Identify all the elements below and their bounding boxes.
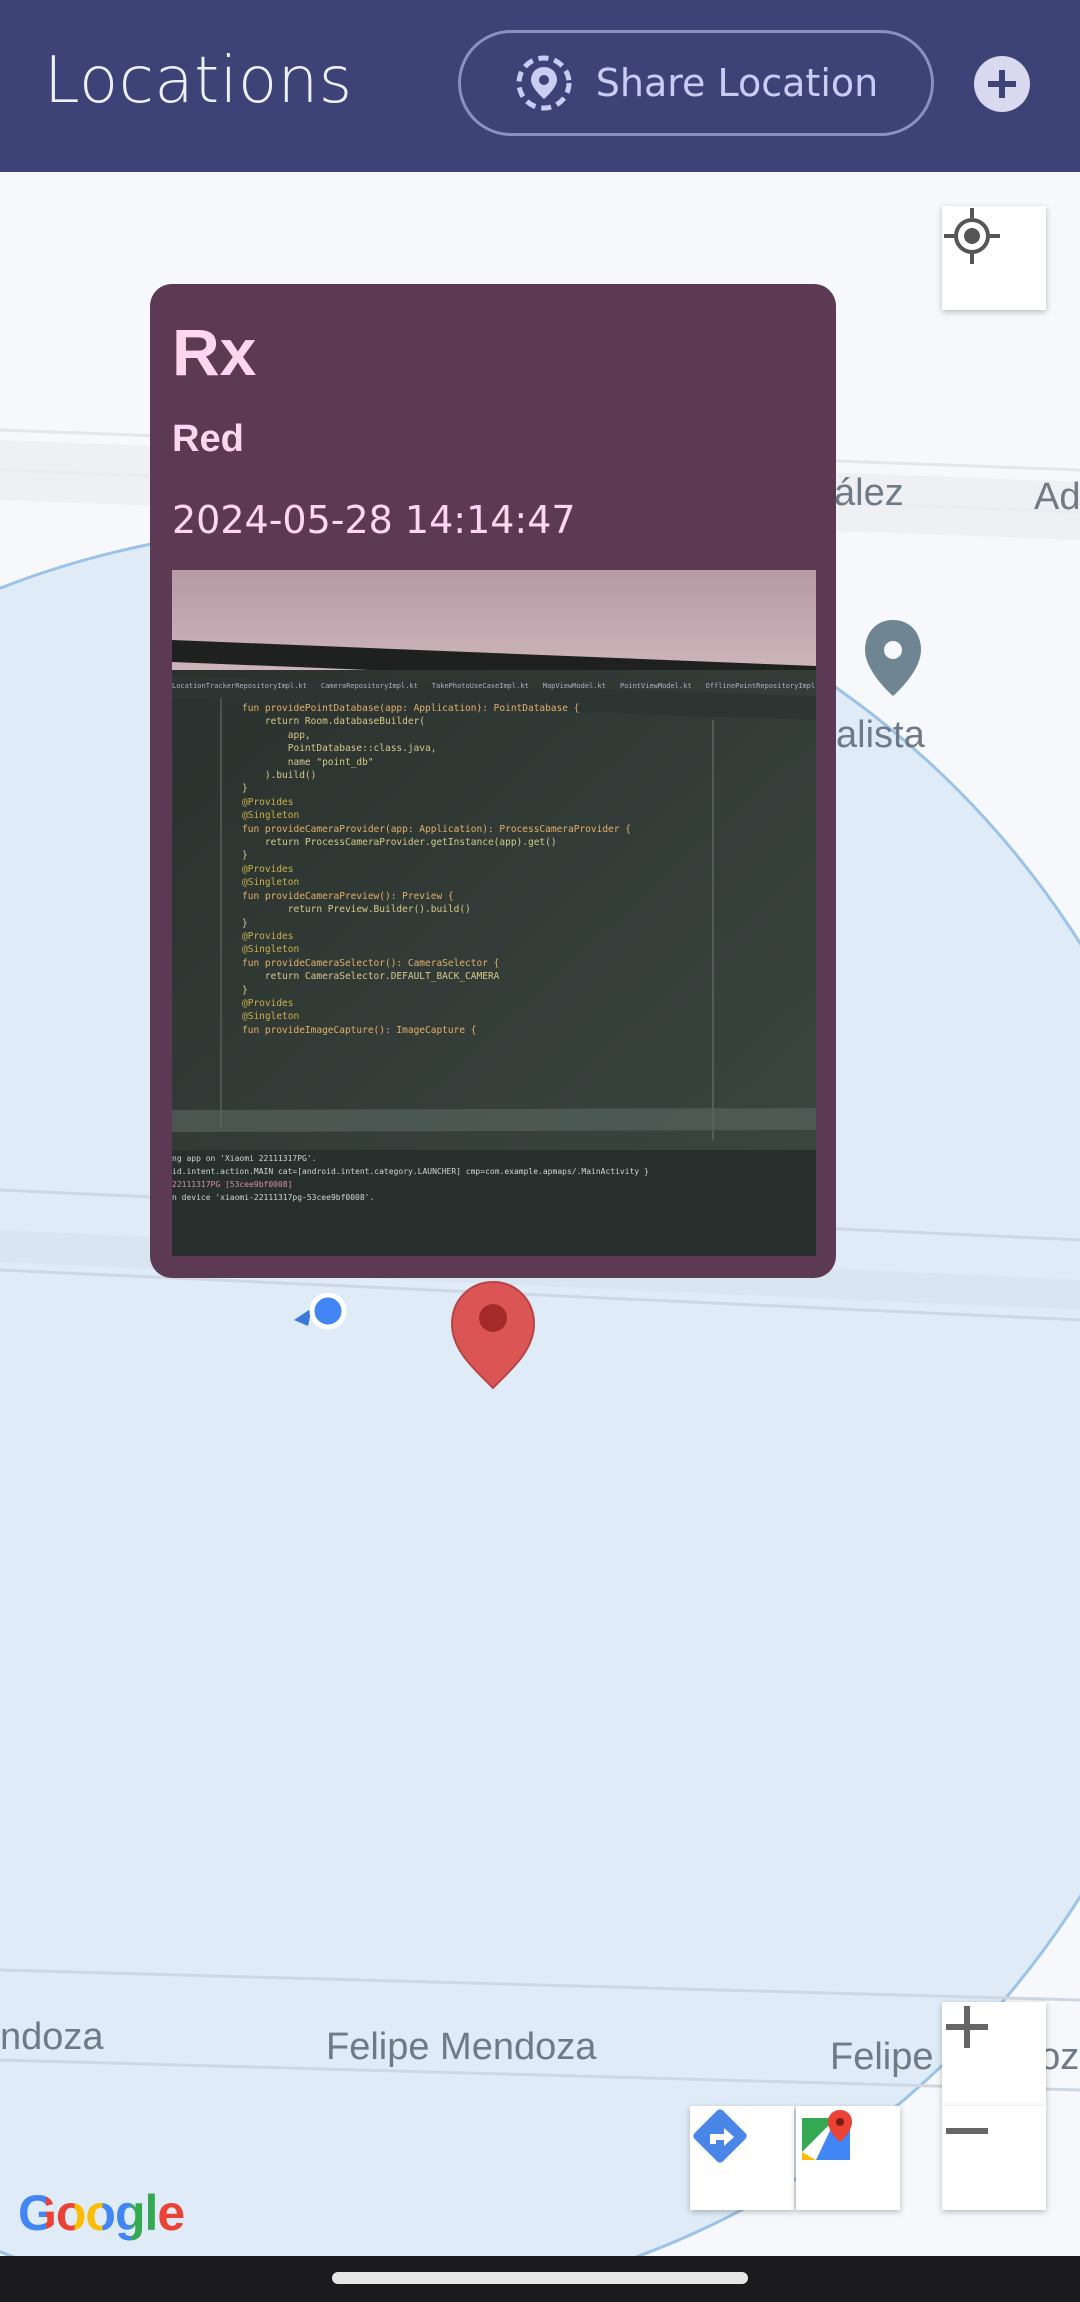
code-line: PointDatabase::class.java, <box>242 743 437 755</box>
street-label: ález <box>834 472 904 514</box>
code-line: fun provideCameraSelector(): CameraSelec… <box>242 957 500 969</box>
code-line: @Singleton <box>242 944 300 956</box>
console-line: 22111317PG [53cee9bf0008] <box>172 1180 293 1189</box>
code-line: @Singleton <box>242 877 300 889</box>
street-label: ndoza <box>0 2016 104 2058</box>
directions-icon <box>693 2109 747 2163</box>
page-title: Locations <box>44 44 353 118</box>
code-line: @Provides <box>242 997 294 1009</box>
plus-icon <box>946 2006 988 2048</box>
code-line: @Provides <box>242 930 294 942</box>
location-target-icon <box>516 55 572 111</box>
editor-tab: LocationTrackerRepositoryImpl.kt <box>172 682 307 690</box>
code-line: ).build() <box>242 770 317 782</box>
code-line: name "point_db" <box>242 756 374 768</box>
google-logo: Google <box>18 2185 185 2241</box>
editor-tab: CameraRepositoryImpl.kt <box>320 682 418 690</box>
code-line: return ProcessCameraProvider.getInstance… <box>242 837 557 849</box>
code-line: @Singleton <box>242 810 300 822</box>
code-line: fun provideCameraProvider(app: Applicati… <box>242 823 631 835</box>
code-line: return Room.databaseBuilder( <box>242 716 426 728</box>
editor-tab: TakePhotoUseCaseImpl.kt <box>431 682 529 690</box>
minus-icon <box>946 2128 988 2134</box>
photo-editor-tabs: LocationTrackerRepositoryImpl.kt CameraR… <box>172 682 816 698</box>
top-app-bar: Locations Share Location <box>0 0 1080 172</box>
console-line: ng app on 'Xiaomi 22111317PG'. <box>172 1154 317 1163</box>
code-line: } <box>242 917 248 929</box>
share-location-label: Share Location <box>595 61 879 105</box>
code-line: fun provideImageCapture(): ImageCapture … <box>242 1024 477 1036</box>
photo-console-lines: ng app on 'Xiaomi 22111317PG'. id.intent.… <box>172 1152 816 1204</box>
code-line: fun provideCameraPreview(): Preview { <box>242 890 454 902</box>
street-label: Felipe Mendoza <box>326 2026 597 2068</box>
location-timestamp: 2024-05-28 14:14:47 <box>172 498 576 542</box>
zoom-in-button[interactable] <box>942 2002 1046 2106</box>
google-attribution: Google <box>18 2184 185 2242</box>
code-line: fun providePointDatabase(app: Applicatio… <box>242 703 580 714</box>
google-maps-icon <box>802 2110 852 2160</box>
console-line: n device 'xiaomi-22111317pg-53cee9bf0008… <box>172 1193 375 1202</box>
crosshair-icon <box>944 208 1000 264</box>
share-location-button[interactable]: Share Location <box>458 30 934 136</box>
add-point-button[interactable] <box>974 56 1030 112</box>
my-location-button[interactable] <box>942 206 1046 310</box>
marker-color-label: Red <box>172 418 244 460</box>
photo-code-lines: fun providePointDatabase(app: Applicatio… <box>242 702 802 1037</box>
code-line: return Preview.Builder().build() <box>242 904 471 916</box>
code-line: @Singleton <box>242 1011 300 1023</box>
editor-tab: PointViewModel.kt <box>619 682 692 690</box>
code-line: return CameraSelector.DEFAULT_BACK_CAMER… <box>242 971 500 983</box>
code-line: @Provides <box>242 796 294 808</box>
location-name: Rx <box>172 315 257 389</box>
street-label: Ad <box>1034 476 1080 518</box>
code-line: @Provides <box>242 863 294 875</box>
zoom-out-button[interactable] <box>942 2106 1046 2210</box>
code-line: } <box>242 850 248 862</box>
console-line: id.intent.action.MAIN cat=[android.inten… <box>172 1167 649 1176</box>
editor-tab: OfflinePointRepositoryImpl.kt <box>705 682 816 690</box>
code-line: app, <box>242 729 311 741</box>
directions-button[interactable] <box>690 2106 794 2210</box>
location-info-card[interactable]: Rx Red 2024-05-28 14:14:47 LocationTrack… <box>150 284 836 1278</box>
plus-icon <box>988 70 1016 98</box>
editor-tab: MapViewModel.kt <box>542 682 606 690</box>
code-line: } <box>242 783 248 795</box>
code-line: } <box>242 984 248 996</box>
home-gesture-handle[interactable] <box>332 2272 748 2284</box>
open-in-maps-button[interactable] <box>796 2106 900 2210</box>
poi-label: alista <box>836 714 925 756</box>
location-photo: LocationTrackerRepositoryImpl.kt CameraR… <box>172 570 816 1256</box>
